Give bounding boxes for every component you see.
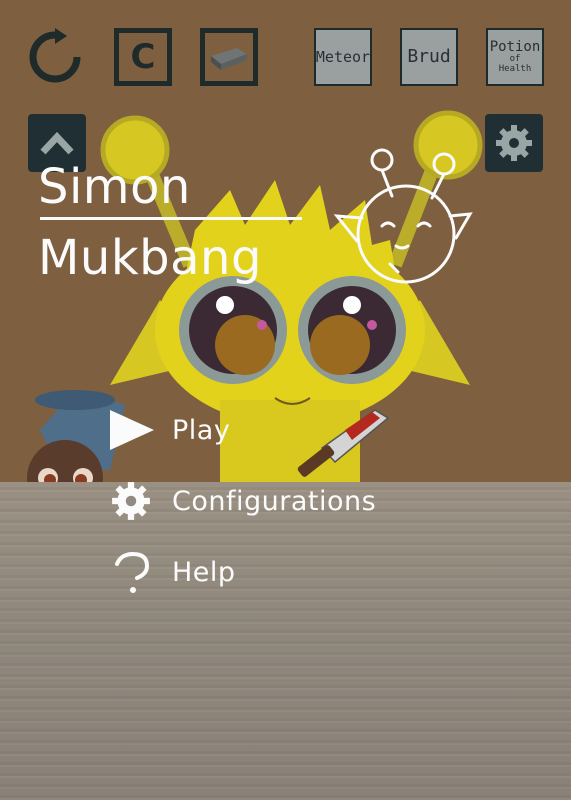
metal-bar-icon bbox=[211, 48, 247, 70]
wooden-table bbox=[0, 482, 571, 800]
item-meteor-label: Meteor bbox=[315, 47, 371, 66]
play-icon bbox=[110, 410, 154, 450]
title-divider bbox=[40, 217, 302, 220]
c-button-label: C bbox=[130, 37, 156, 77]
play-label: Play bbox=[172, 414, 231, 446]
item-brud-label: Brud bbox=[407, 46, 451, 67]
title-line-2: Mukbang bbox=[38, 230, 262, 286]
gear-icon bbox=[496, 125, 532, 161]
restart-icon bbox=[29, 28, 81, 83]
chevron-up-icon bbox=[40, 131, 74, 155]
restart-button[interactable] bbox=[26, 28, 84, 86]
configurations-label: Configurations bbox=[172, 485, 377, 517]
settings-button[interactable] bbox=[485, 114, 543, 172]
metal-bar-button[interactable] bbox=[200, 28, 258, 86]
item-potion-line3: Health bbox=[498, 64, 532, 74]
play-menu-item[interactable]: Play bbox=[104, 405, 230, 455]
item-potion-line2: of bbox=[509, 54, 521, 64]
title-line-1: Simon bbox=[38, 159, 191, 215]
item-brud-button[interactable]: Brud bbox=[400, 28, 458, 86]
help-label: Help bbox=[172, 556, 236, 588]
item-meteor-button[interactable]: Meteor bbox=[314, 28, 372, 86]
logo-doodle bbox=[333, 148, 473, 284]
item-potion-button[interactable]: Potion of Health bbox=[486, 28, 544, 86]
item-potion-line1: Potion bbox=[489, 39, 541, 55]
c-button[interactable]: C bbox=[114, 28, 172, 86]
help-icon bbox=[115, 551, 150, 593]
help-menu-item[interactable]: Help bbox=[104, 547, 236, 597]
gear-icon bbox=[112, 482, 150, 520]
configurations-menu-item[interactable]: Configurations bbox=[104, 476, 376, 526]
